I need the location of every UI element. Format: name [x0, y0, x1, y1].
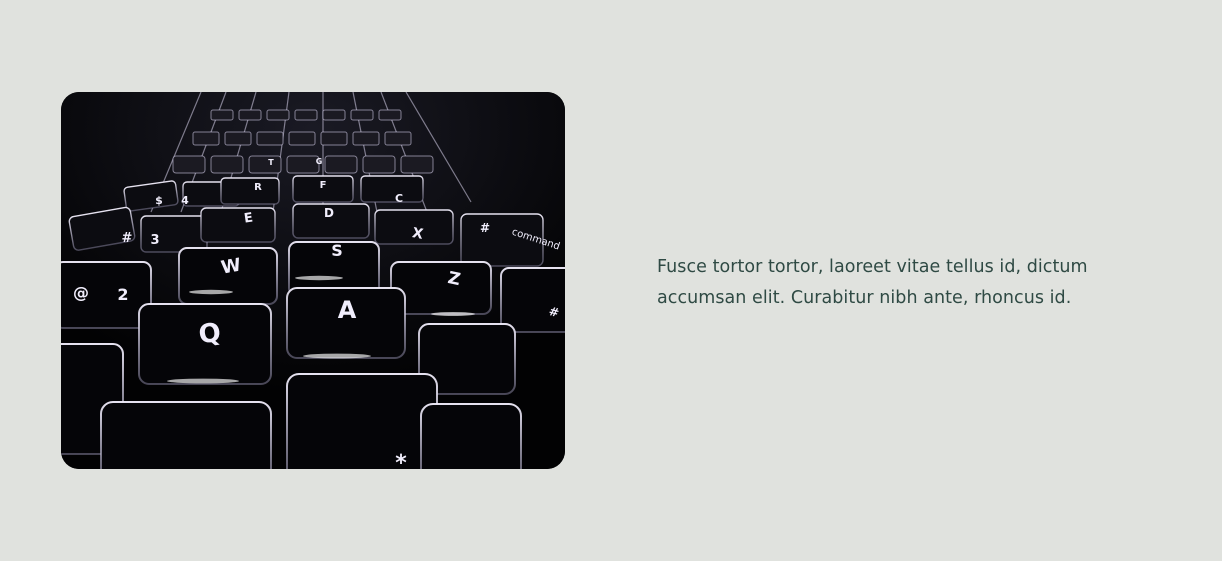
svg-text:G: G: [316, 157, 323, 166]
keyboard-photo: Q W E R T A S D F G Z X C 2 @ 3 # 4 $ #: [61, 92, 565, 469]
svg-text:@: @: [73, 283, 89, 302]
svg-text:A: A: [338, 296, 357, 324]
svg-text:#: #: [480, 221, 490, 235]
svg-text:3: 3: [150, 233, 159, 248]
svg-text:4: 4: [181, 194, 189, 207]
page: Q W E R T A S D F G Z X C 2 @ 3 # 4 $ #: [0, 0, 1222, 561]
svg-text:C: C: [395, 192, 403, 205]
keyboard-photo-image: Q W E R T A S D F G Z X C 2 @ 3 # 4 $ #: [61, 92, 565, 469]
svg-text:2: 2: [117, 285, 128, 304]
svg-text:#: #: [122, 231, 133, 246]
svg-text:R: R: [254, 182, 262, 193]
svg-text:W: W: [219, 254, 242, 278]
svg-text:F: F: [320, 180, 327, 191]
svg-text:T: T: [268, 158, 274, 167]
svg-text:*: *: [395, 451, 407, 469]
svg-text:$: $: [155, 194, 163, 207]
svg-text:Q: Q: [197, 318, 223, 351]
body-text: Fusce tortor tortor, laoreet vitae tellu…: [657, 257, 1088, 308]
svg-text:D: D: [324, 206, 334, 220]
svg-text:S: S: [331, 241, 343, 260]
